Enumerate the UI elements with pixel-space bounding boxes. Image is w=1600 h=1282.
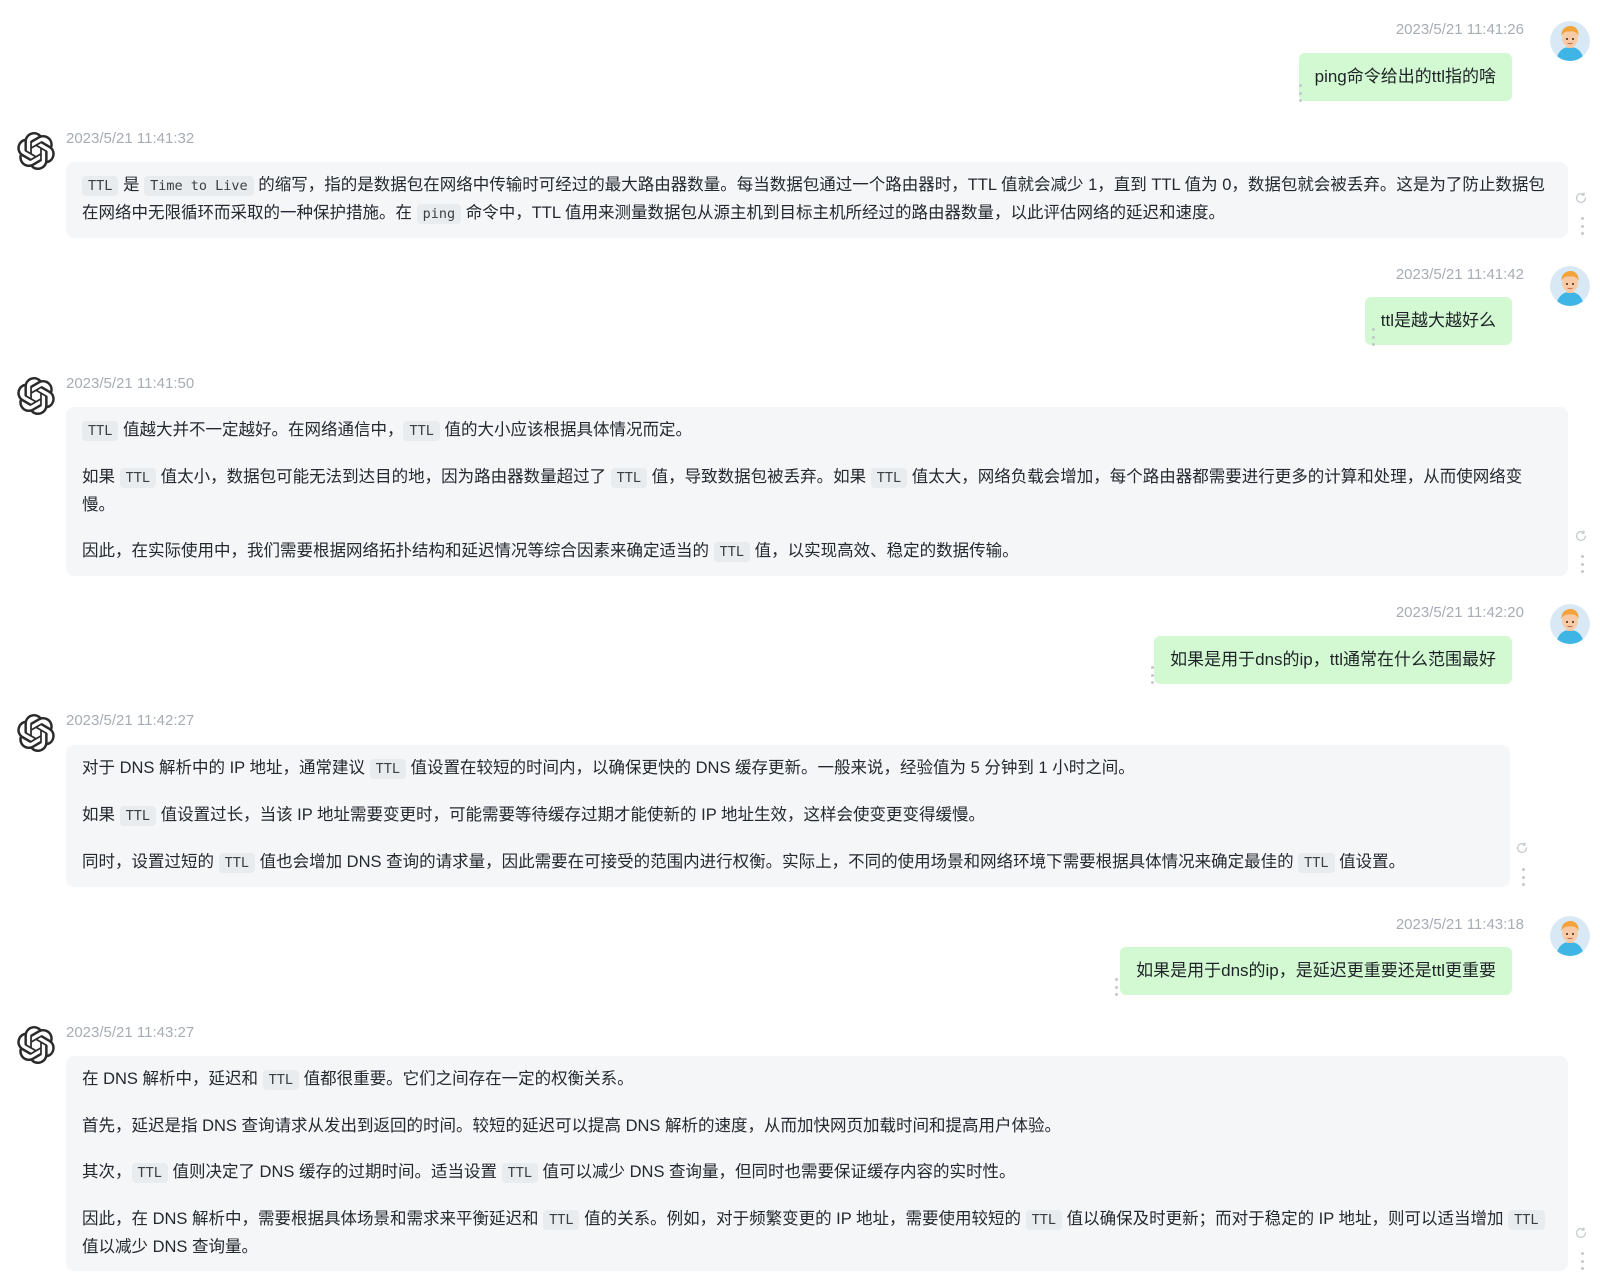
inline-code: TTL <box>82 176 119 196</box>
text-span: 在 DNS 解析中，延迟和 <box>82 1070 263 1088</box>
refresh-icon[interactable] <box>1515 841 1529 855</box>
inline-code: ping <box>416 204 462 224</box>
message-timestamp: 2023/5/21 11:41:42 <box>1395 266 1524 283</box>
text-span: 命令中，TTL 值用来测量数据包从源主机到目标主机所经过的路由器数量，以此评估网… <box>461 204 1225 222</box>
more-vertical-icon[interactable] <box>1370 328 1376 346</box>
message-timestamp: 2023/5/21 11:43:27 <box>66 1024 195 1041</box>
text-span: 值，导致数据包被丢弃。如果 <box>647 468 871 486</box>
text-span: 因此，在实际使用中，我们需要根据网络拓扑结构和延迟情况等综合因素来确定适当的 <box>82 542 714 560</box>
bot-paragraph: 因此，在 DNS 解析中，需要根据具体场景和需求来平衡延迟和 TTL 值的关系。… <box>82 1206 1552 1261</box>
message-timestamp: 2023/5/21 11:42:27 <box>66 712 195 729</box>
text-span: 值越大并不一定越好。在网络通信中， <box>118 421 404 439</box>
user-avatar-icon[interactable] <box>1550 916 1590 956</box>
bot-paragraph: 首先，延迟是指 DNS 查询请求从发出到返回的时间。较短的延迟可以提高 DNS … <box>82 1113 1552 1140</box>
user-avatar-icon[interactable] <box>1550 266 1590 306</box>
inline-code: TTL <box>501 1163 538 1183</box>
bot-message-bubble: 在 DNS 解析中，延迟和 TTL 值都很重要。它们之间存在一定的权衡关系。 首… <box>66 1056 1568 1271</box>
bot-paragraph: 如果 TTL 值设置过长，当该 IP 地址需要变更时，可能需要等待缓存过期才能使… <box>82 802 1494 830</box>
more-vertical-icon[interactable] <box>1113 978 1119 996</box>
user-message-bubble: 如果是用于dns的ip，ttl通常在什么范围最好 <box>1154 636 1512 684</box>
bot-message-bubble: TTL 值越大并不一定越好。在网络通信中， TTL 值的大小应该根据具体情况而定。… <box>66 407 1568 576</box>
message-timestamp: 2023/5/21 11:41:32 <box>66 130 195 147</box>
inline-code: TTL <box>713 542 750 562</box>
more-vertical-icon[interactable] <box>1520 868 1526 886</box>
user-avatar-icon[interactable] <box>1550 604 1590 644</box>
inline-code: TTL <box>82 421 119 441</box>
bot-paragraph: 因此，在实际使用中，我们需要根据网络拓扑结构和延迟情况等综合因素来确定适当的 T… <box>82 538 1552 566</box>
openai-logo-icon <box>17 1026 55 1064</box>
bot-message-bubble: TTL 是 Time to Live 的缩写，指的是数据包在网络中传输时可经过的… <box>66 162 1568 238</box>
bot-paragraph: 同时，设置过短的 TTL 值也会增加 DNS 查询的请求量，因此需要在可接受的范… <box>82 849 1494 877</box>
text-span: 值设置过长，当该 IP 地址需要变更时，可能需要等待缓存过期才能使新的 IP 地… <box>155 806 985 824</box>
bot-paragraph: TTL 是 Time to Live 的缩写，指的是数据包在网络中传输时可经过的… <box>82 172 1552 228</box>
bot-paragraph: TTL 值越大并不一定越好。在网络通信中， TTL 值的大小应该根据具体情况而定。 <box>82 417 1552 445</box>
user-message-bubble: ttl是越大越好么 <box>1364 297 1512 345</box>
more-vertical-icon[interactable] <box>1149 666 1155 684</box>
text-span: 如果 <box>82 468 120 486</box>
bot-paragraph: 如果 TTL 值太小，数据包可能无法到达目的地，因为路由器数量超过了 TTL 值… <box>82 464 1552 519</box>
inline-code: Time to Live <box>144 176 254 196</box>
inline-code: TTL <box>543 1210 580 1230</box>
more-vertical-icon[interactable] <box>1579 217 1585 235</box>
user-message-bubble: 如果是用于dns的ip，是延迟更重要还是ttl更重要 <box>1120 947 1512 995</box>
text-span: 值设置在较短的时间内，以确保更快的 DNS 缓存更新。一般来说，经验值为 5 分… <box>405 759 1135 777</box>
inline-code: TTL <box>119 468 156 488</box>
text-span: 值的关系。例如，对于频繁变更的 IP 地址，需要使用较短的 <box>579 1210 1026 1228</box>
inline-code: TTL <box>1298 853 1335 873</box>
text-span: 值都很重要。它们之间存在一定的权衡关系。 <box>298 1070 634 1088</box>
inline-code: TTL <box>1508 1210 1545 1230</box>
text-span: 值设置。 <box>1334 853 1406 871</box>
text-span: 是 <box>118 176 145 194</box>
message-timestamp: 2023/5/21 11:43:18 <box>1395 916 1524 933</box>
more-vertical-icon[interactable] <box>1579 555 1585 573</box>
text-span: 如果 <box>82 806 120 824</box>
text-span: 值也会增加 DNS 查询的请求量，因此需要在可接受的范围内进行权衡。实际上，不同… <box>254 853 1299 871</box>
bot-paragraph: 在 DNS 解析中，延迟和 TTL 值都很重要。它们之间存在一定的权衡关系。 <box>82 1066 1552 1094</box>
user-message-text: 如果是用于dns的ip，是延迟更重要还是ttl更重要 <box>1136 961 1496 980</box>
inline-code: TTL <box>1025 1210 1063 1230</box>
text-span: 同时，设置过短的 <box>82 853 219 871</box>
bot-paragraph: 对于 DNS 解析中的 IP 地址，通常建议 TTL 值设置在较短的时间内，以确… <box>82 755 1494 783</box>
inline-code: TTL <box>870 468 908 488</box>
user-message-text: 如果是用于dns的ip，ttl通常在什么范围最好 <box>1170 650 1496 669</box>
more-vertical-icon[interactable] <box>1297 84 1303 102</box>
text-span: 首先，延迟是指 DNS 查询请求从发出到返回的时间。较短的延迟可以提高 DNS … <box>82 1117 1062 1135</box>
refresh-icon[interactable] <box>1574 529 1588 543</box>
inline-code: TTL <box>119 806 156 826</box>
text-span: 值以确保及时更新；而对于稳定的 IP 地址，则可以适当增加 <box>1062 1210 1509 1228</box>
openai-logo-icon <box>17 132 55 170</box>
more-vertical-icon[interactable] <box>1579 1252 1585 1270</box>
refresh-icon[interactable] <box>1574 191 1588 205</box>
text-span: 因此，在 DNS 解析中，需要根据具体场景和需求来平衡延迟和 <box>82 1210 544 1228</box>
user-avatar-icon[interactable] <box>1550 21 1590 61</box>
text-span: 值太小，数据包可能无法到达目的地，因为路由器数量超过了 <box>155 468 611 486</box>
text-span: 其次， <box>82 1163 132 1181</box>
refresh-icon[interactable] <box>1574 1226 1588 1240</box>
text-span: 对于 DNS 解析中的 IP 地址，通常建议 <box>82 759 370 777</box>
inline-code: TTL <box>218 853 255 873</box>
openai-logo-icon <box>17 714 55 752</box>
user-message-text: ping命令给出的ttl指的啥 <box>1314 67 1496 86</box>
message-timestamp: 2023/5/21 11:41:50 <box>66 375 195 392</box>
user-message-text: ttl是越大越好么 <box>1380 311 1496 330</box>
text-span: 值可以减少 DNS 查询量，但同时也需要保证缓存内容的实时性。 <box>537 1163 1016 1181</box>
text-span: 值则决定了 DNS 缓存的过期时间。适当设置 <box>167 1163 502 1181</box>
inline-code: TTL <box>369 759 406 779</box>
bot-message-bubble: 对于 DNS 解析中的 IP 地址，通常建议 TTL 值设置在较短的时间内，以确… <box>66 745 1510 887</box>
message-timestamp: 2023/5/21 11:42:20 <box>1395 604 1524 621</box>
bot-paragraph: 其次， TTL 值则决定了 DNS 缓存的过期时间。适当设置 TTL 值可以减少 … <box>82 1159 1552 1187</box>
text-span: 值以减少 DNS 查询量。 <box>82 1238 259 1256</box>
text-span: 值，以实现高效、稳定的数据传输。 <box>749 542 1019 560</box>
text-span: 值的大小应该根据具体情况而定。 <box>439 421 692 439</box>
inline-code: TTL <box>262 1070 299 1090</box>
user-message-bubble: ping命令给出的ttl指的啥 <box>1298 53 1512 101</box>
message-timestamp: 2023/5/21 11:41:26 <box>1395 21 1524 38</box>
inline-code: TTL <box>131 1163 168 1183</box>
inline-code: TTL <box>403 421 440 441</box>
openai-logo-icon <box>17 377 55 415</box>
inline-code: TTL <box>610 468 648 488</box>
